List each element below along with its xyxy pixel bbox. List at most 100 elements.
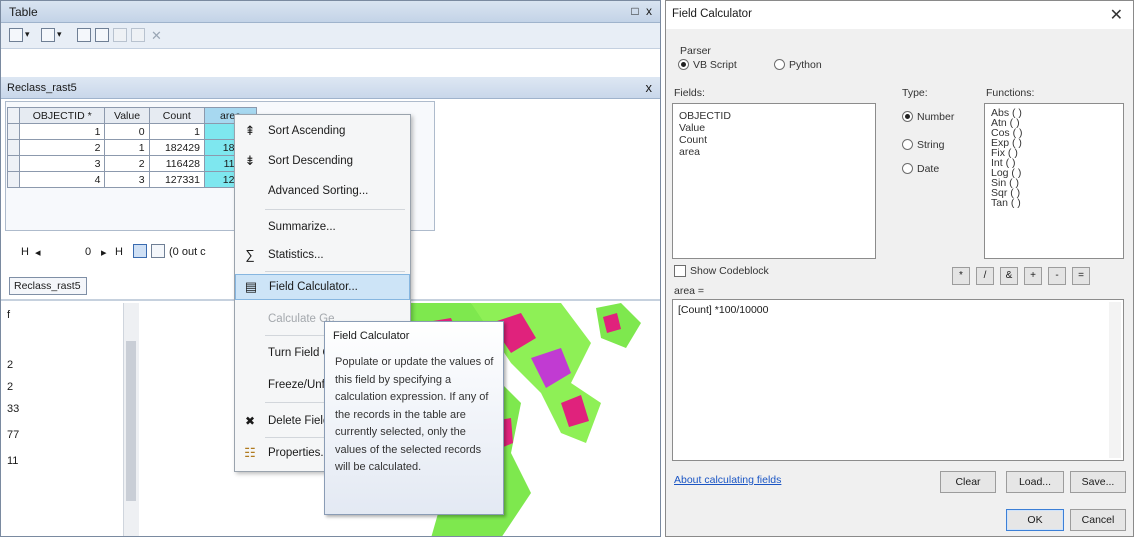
toc-value: 2 <box>7 381 14 393</box>
operator-divide-button[interactable]: / <box>976 267 994 285</box>
menu-item-label: Sort Descending <box>268 155 354 167</box>
row-selector-header[interactable] <box>7 107 20 124</box>
cell-value[interactable]: 3 <box>104 171 150 188</box>
list-item[interactable]: Count <box>679 134 707 146</box>
row-selector[interactable] <box>7 123 20 140</box>
show-selected-records-icon[interactable] <box>151 244 165 258</box>
row-selector[interactable] <box>7 139 20 156</box>
fields-list[interactable]: OBJECTID Value Count area <box>672 103 876 259</box>
cell-objectid[interactable]: 3 <box>18 155 106 172</box>
cell-count[interactable]: 1 <box>148 123 206 140</box>
expression-textbox[interactable]: [Count] *100/10000 <box>672 299 1124 461</box>
table-window-titlebar: Table □ x <box>1 1 660 23</box>
toc-value: f <box>7 309 11 321</box>
dialog-titlebar: Field Calculator ✕ <box>666 1 1133 29</box>
cell-objectid[interactable]: 2 <box>18 139 106 156</box>
toc-value: 77 <box>7 429 20 441</box>
table-row[interactable]: 3 2 116428 11642 <box>7 155 257 172</box>
radio-python[interactable] <box>774 59 785 70</box>
cancel-button[interactable]: Cancel <box>1070 509 1126 531</box>
column-header-value[interactable]: Value <box>104 107 150 124</box>
operator-ampersand-button[interactable]: & <box>1000 267 1018 285</box>
column-header-objectid[interactable]: OBJECTID * <box>18 107 106 124</box>
menu-separator <box>265 209 405 210</box>
ok-button[interactable]: OK <box>1006 509 1064 531</box>
operator-plus-button[interactable]: + <box>1024 267 1042 285</box>
dropdown-arrow-icon[interactable]: ▾ <box>57 29 62 40</box>
list-item[interactable]: Value <box>679 122 705 134</box>
load-button[interactable]: Load... <box>1006 471 1064 493</box>
functions-list[interactable]: Abs ( ) Atn ( ) Cos ( ) Exp ( ) Fix ( ) … <box>984 103 1124 259</box>
cell-objectid[interactable]: 1 <box>18 123 106 140</box>
menu-item-summarize[interactable]: Summarize... <box>235 215 410 241</box>
window-controls[interactable]: □ x <box>631 4 654 18</box>
current-record-field[interactable]: 0 <box>85 246 91 258</box>
close-tab-icon[interactable]: x <box>646 80 653 95</box>
previous-record-button[interactable]: ◂ <box>35 246 41 259</box>
column-header-count[interactable]: Count <box>148 107 206 124</box>
sigma-icon: ∑ <box>245 247 255 262</box>
delete-icon: ✖ <box>244 414 256 428</box>
select-by-attributes-icon[interactable] <box>77 28 91 42</box>
clear-selection-icon[interactable] <box>113 28 127 42</box>
zoom-to-selected-icon[interactable] <box>131 28 145 42</box>
cell-count[interactable]: 182429 <box>148 139 206 156</box>
radio-type-date[interactable] <box>902 163 913 174</box>
show-all-records-icon[interactable] <box>133 244 147 258</box>
operator-equals-button[interactable]: = <box>1072 267 1090 285</box>
cell-count[interactable]: 127331 <box>148 171 206 188</box>
expression-scrollbar[interactable] <box>1109 302 1121 458</box>
table-row[interactable]: 2 1 182429 18242 <box>7 139 257 156</box>
list-item[interactable]: Tan ( ) <box>991 197 1021 209</box>
cell-count[interactable]: 116428 <box>148 155 206 172</box>
cell-value[interactable]: 0 <box>104 123 150 140</box>
cell-value[interactable]: 2 <box>104 155 150 172</box>
menu-item-advanced-sorting[interactable]: Advanced Sorting... <box>235 179 410 205</box>
target-field-label: area = <box>674 285 705 297</box>
table-tab[interactable]: Reclass_rast5 x <box>1 77 660 99</box>
cell-objectid[interactable]: 4 <box>18 171 106 188</box>
table-window: Table □ x ▾ ▾ ✕ Reclass_rast5 x OBJECTID… <box>0 0 661 537</box>
tooltip-title: Field Calculator <box>333 330 410 342</box>
close-icon[interactable]: ✕ <box>1110 5 1123 25</box>
clear-button[interactable]: Clear <box>940 471 996 493</box>
switch-selection-icon[interactable] <box>95 28 109 42</box>
first-record-button[interactable]: H <box>21 246 29 258</box>
row-selector[interactable] <box>7 155 20 172</box>
table-toolbar: ▾ ▾ ✕ <box>1 23 660 49</box>
menu-item-field-calculator[interactable]: ▤ Field Calculator... <box>235 274 410 300</box>
radio-type-number[interactable] <box>902 111 913 122</box>
table-row[interactable]: 1 0 1 1 <box>7 123 257 140</box>
delete-selected-icon[interactable]: ✕ <box>151 28 162 44</box>
parser-label: Parser <box>680 45 711 57</box>
bottom-table-tab[interactable]: Reclass_rast5 <box>9 277 87 295</box>
about-calculating-fields-link[interactable]: About calculating fields <box>674 474 781 486</box>
table-options-icon[interactable] <box>9 28 23 42</box>
show-codeblock-label: Show Codeblock <box>690 265 769 277</box>
menu-item-statistics[interactable]: ∑ Statistics... <box>235 243 410 269</box>
last-record-button[interactable]: H <box>115 246 123 258</box>
operator-multiply-button[interactable]: * <box>952 267 970 285</box>
table-row[interactable]: 4 3 127331 12733 <box>7 171 257 188</box>
radio-vb-script[interactable] <box>678 59 689 70</box>
menu-item-sort-descending[interactable]: ⇟ Sort Descending <box>235 149 410 175</box>
menu-item-label: Field Calculator... <box>269 281 358 293</box>
menu-item-label: Turn Field O <box>268 347 332 359</box>
related-tables-icon[interactable] <box>41 28 55 42</box>
next-record-button[interactable]: ▸ <box>101 246 107 259</box>
save-button[interactable]: Save... <box>1070 471 1126 493</box>
table-of-contents-panel: f 2 2 33 77 11 <box>1 303 141 536</box>
list-item[interactable]: OBJECTID <box>679 110 731 122</box>
menu-item-sort-ascending[interactable]: ⇞ Sort Ascending <box>235 119 410 145</box>
menu-item-label: Sort Ascending <box>268 125 346 137</box>
cell-value[interactable]: 1 <box>104 139 150 156</box>
row-selector[interactable] <box>7 171 20 188</box>
operator-minus-button[interactable]: - <box>1048 267 1066 285</box>
show-codeblock-checkbox[interactable] <box>674 265 686 277</box>
list-item[interactable]: area <box>679 146 700 158</box>
dialog-title: Field Calculator <box>672 8 752 20</box>
radio-type-string[interactable] <box>902 139 913 150</box>
toc-scrollbar-thumb[interactable] <box>126 341 136 501</box>
dropdown-arrow-icon[interactable]: ▾ <box>25 29 30 40</box>
table-tab-label: Reclass_rast5 <box>7 82 77 94</box>
